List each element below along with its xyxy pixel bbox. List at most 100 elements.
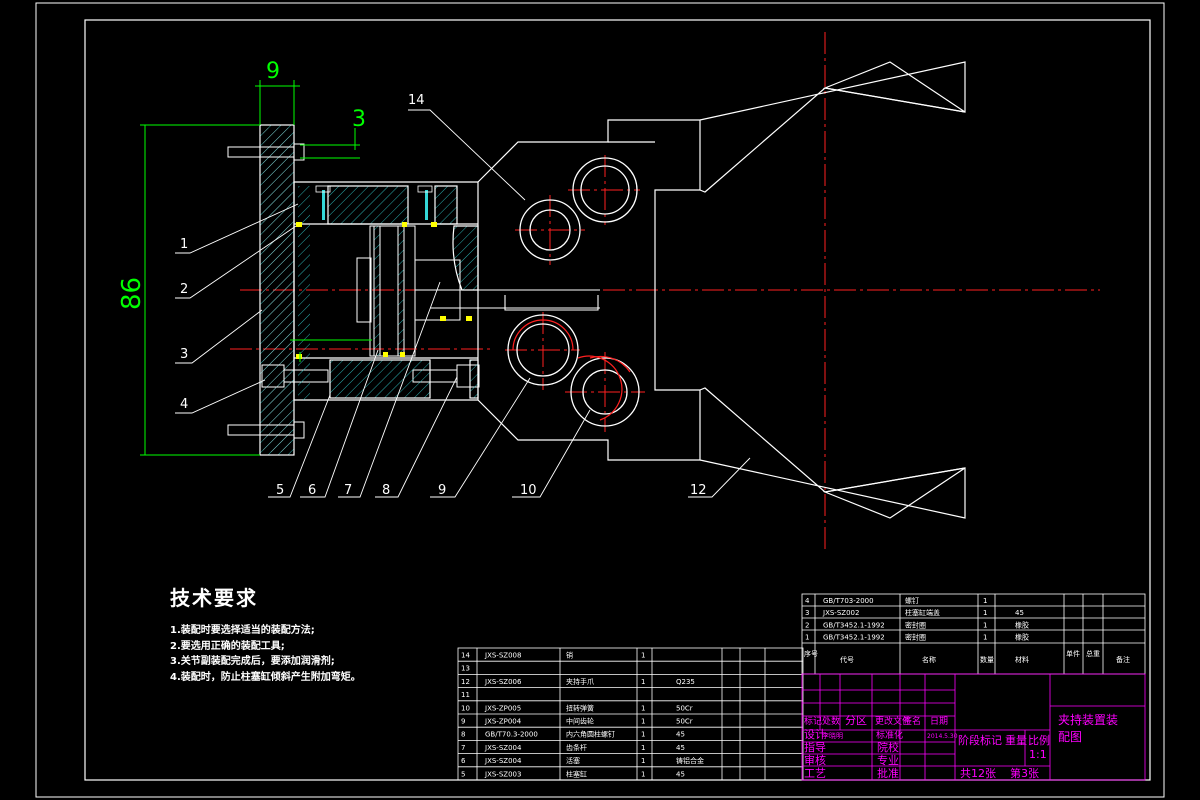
callout-7: 7 — [344, 483, 352, 498]
part-no: 7 — [461, 744, 465, 752]
part-no: 13 — [461, 665, 470, 673]
part-material: 50Cr — [676, 704, 693, 712]
drawing-title-2: 配图 — [1058, 730, 1082, 744]
tb-mark: 标记 — [804, 715, 822, 727]
header-name: 名称 — [922, 655, 936, 664]
part-qty: 1 — [983, 597, 987, 605]
part-no: 11 — [461, 691, 470, 699]
tb-process: 工艺 — [804, 767, 826, 780]
tb-std-date: 2014.5.30 — [927, 733, 958, 740]
dim-3: 3 — [352, 107, 366, 132]
part-qty: 1 — [641, 770, 645, 778]
part-name: 柱塞缸端盖 — [905, 608, 940, 617]
part-material: 45 — [676, 744, 685, 752]
part-code: JXS-SZ006 — [484, 678, 522, 686]
part-no: 10 — [461, 704, 470, 712]
tb-zone: 分区 — [845, 714, 867, 727]
part-material: 45 — [1015, 609, 1024, 617]
piston — [356, 225, 461, 357]
dimensions — [140, 80, 372, 456]
tb-scale: 1:1 — [1029, 748, 1047, 761]
part-qty: 1 — [641, 652, 645, 660]
header-remark: 备注 — [1116, 655, 1130, 664]
part-material: 45 — [676, 770, 685, 778]
part-qty: 1 — [641, 678, 645, 686]
part-no: 6 — [461, 757, 466, 765]
part-name: 螺钉 — [905, 596, 919, 605]
callout-4: 4 — [180, 397, 188, 412]
tech-req-line: 4.装配时，防止柱塞缸倾斜产生附加弯矩。 — [170, 671, 361, 683]
header-code: 代号 — [840, 655, 854, 664]
tb-sign: 签名 — [903, 715, 921, 727]
part-qty: 1 — [983, 609, 987, 617]
tb-scale-label: 比例 — [1028, 733, 1050, 747]
tb-review: 审核 — [804, 753, 826, 767]
header-total: 总重 — [1086, 649, 1100, 658]
tb-stage: 阶段标记 — [958, 733, 1002, 747]
callout-3: 3 — [180, 347, 188, 362]
part-qty: 1 — [983, 634, 987, 642]
callout-1: 1 — [180, 237, 188, 252]
callout-12: 12 — [690, 483, 707, 498]
callout-2: 2 — [180, 282, 188, 297]
cylinder-body — [293, 181, 479, 401]
callout-numbers: 1 2 3 4 5 6 7 8 9 10 12 14 — [180, 93, 707, 498]
part-no: 2 — [805, 621, 809, 629]
part-no: 14 — [461, 652, 470, 660]
part-name: 柱塞缸 — [566, 769, 587, 778]
part-name: 内六角圆柱螺钉 — [566, 730, 615, 739]
part-code: JXS-SZ008 — [484, 652, 521, 660]
part-qty: 1 — [641, 757, 645, 765]
tb-check: 指导 — [804, 740, 826, 754]
title-block — [801, 673, 1146, 781]
callout-9: 9 — [438, 483, 446, 498]
tb-date: 日期 — [930, 716, 948, 727]
tb-major: 专业 — [877, 753, 899, 767]
callout-8: 8 — [382, 483, 390, 498]
part-qty: 1 — [641, 704, 645, 712]
part-material: 橡胶 — [1015, 633, 1029, 642]
part-code: GB/T703-2000 — [823, 597, 874, 605]
part-qty: 1 — [641, 731, 645, 739]
header-material: 材料 — [1015, 655, 1029, 664]
tb-school: 院校 — [877, 740, 899, 754]
tb-design-name: 李晓明 — [822, 731, 843, 740]
part-name: 活塞 — [566, 756, 580, 765]
tb-std: 标准化 — [876, 729, 903, 741]
part-code: JXS-SZ004 — [484, 757, 522, 765]
part-name: 密封圈 — [905, 633, 926, 642]
part-no: 12 — [461, 678, 470, 686]
parts-list-lower-text: 14 JXS-SZ008 销 11312 JXS-SZ006 夹持手爪 1 Q2351110 J… — [461, 651, 704, 779]
dim-9: 9 — [266, 59, 280, 84]
part-no: 3 — [805, 609, 809, 617]
part-code: GB/T3452.1-1992 — [823, 621, 885, 629]
tech-req-line: 2.要选用正确的装配工具; — [170, 640, 285, 652]
part-name: 密封圈 — [905, 620, 926, 629]
rack-rod — [415, 289, 600, 311]
part-material: 50Cr — [676, 718, 693, 726]
part-code: JXS-SZ004 — [484, 744, 522, 752]
part-no: 1 — [805, 634, 809, 642]
gears — [507, 157, 640, 427]
part-name: 中间齿轮 — [566, 717, 594, 726]
technical-requirements: 技术要求 1.装配时要选择适当的装配方法; 2.要选用正确的装配工具; 3.关节… — [170, 582, 361, 685]
part-qty: 1 — [983, 621, 987, 629]
callout-10: 10 — [520, 483, 537, 498]
tb-weight: 重量 — [1005, 733, 1027, 747]
part-name: 销 — [566, 651, 573, 660]
part-no: 8 — [461, 731, 465, 739]
tech-req-line: 3.关节副装配完成后，要添加润滑剂; — [170, 656, 335, 667]
part-name: 齿条杆 — [566, 743, 587, 752]
part-code: JXS-ZP005 — [484, 704, 521, 712]
part-no: 9 — [461, 718, 465, 726]
part-material: 橡胶 — [1015, 620, 1029, 629]
part-code: GB/T70.3-2000 — [485, 731, 538, 739]
tb-sheets: 共12张 — [960, 767, 996, 780]
part-material: Q235 — [676, 678, 695, 686]
part-code: JXS-SZ002 — [822, 609, 859, 617]
part-qty: 1 — [641, 718, 645, 726]
title-block-text: 标记 处数 分区 更改文件 签名 日期 设计 李晓明 标准化 2014.5.30… — [804, 712, 1118, 780]
tb-approve: 批准 — [877, 766, 899, 780]
part-code: JXS-ZP004 — [484, 718, 522, 726]
tb-sheet: 第3张 — [1010, 766, 1039, 780]
